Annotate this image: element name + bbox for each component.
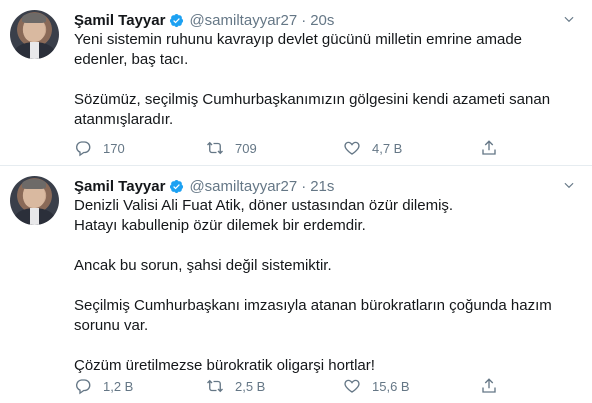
verified-badge-icon — [170, 179, 184, 193]
reply-count: 170 — [103, 140, 125, 156]
reply-icon — [76, 379, 91, 395]
reply-button[interactable]: 170 — [74, 139, 206, 157]
tweet[interactable]: Şamil Tayyar @samiltayyar27 · 20s Yeni s… — [0, 0, 592, 165]
tweet-text: Denizli Valisi Ali Fuat Atik, döner usta… — [74, 196, 576, 376]
reply-icon — [76, 141, 91, 157]
tweet[interactable]: Şamil Tayyar @samiltayyar27 · 21s Denizl… — [0, 165, 592, 403]
tweet-header: Şamil Tayyar @samiltayyar27 · 20s — [74, 10, 576, 30]
author-handle[interactable]: @samiltayyar27 — [189, 12, 297, 29]
tweet-header: Şamil Tayyar @samiltayyar27 · 21s — [74, 176, 576, 196]
reply-button[interactable]: 1,2 B — [74, 377, 206, 395]
tweet-paragraph: Denizli Valisi Ali Fuat Atik, döner usta… — [74, 197, 454, 234]
separator-dot: · — [301, 11, 307, 29]
separator-dot: · — [301, 177, 307, 195]
avatar-hair — [22, 179, 46, 189]
reply-count: 1,2 B — [103, 378, 134, 394]
tweet-timestamp[interactable]: 21s — [310, 178, 334, 195]
tweet-actions: 1,2 B 2,5 B 15,6 B — [74, 373, 576, 399]
like-button[interactable]: 15,6 B — [343, 377, 480, 395]
share-icon — [482, 378, 496, 393]
like-count: 4,7 B — [372, 140, 403, 156]
tweet-paragraph: Ancak bu sorun, şahsi değil sistemiktir. — [74, 257, 332, 274]
share-button[interactable] — [480, 377, 509, 395]
share-button[interactable] — [480, 139, 509, 157]
timeline: Şamil Tayyar @samiltayyar27 · 20s Yeni s… — [0, 0, 592, 403]
heart-icon — [344, 141, 360, 155]
tweet-paragraph: Seçilmiş Cumhurbaşkanı imzasıyla atanan … — [74, 297, 552, 334]
verified-badge-icon — [170, 13, 184, 27]
retweet-icon — [207, 379, 223, 393]
author-handle[interactable]: @samiltayyar27 — [189, 178, 297, 195]
avatar-shirt — [30, 208, 39, 225]
retweet-count: 2,5 B — [235, 378, 266, 394]
tweet-timestamp[interactable]: 20s — [310, 12, 334, 29]
retweet-icon — [207, 141, 223, 155]
tweet-text: Yeni sistemin ruhunu kavrayıp devlet güc… — [74, 30, 576, 130]
avatar[interactable] — [10, 10, 59, 59]
avatar-hair — [22, 13, 46, 23]
retweet-button[interactable]: 709 — [206, 139, 343, 157]
retweet-count: 709 — [235, 140, 257, 156]
retweet-button[interactable]: 2,5 B — [206, 377, 343, 395]
avatar[interactable] — [10, 176, 59, 225]
tweet-paragraph: Yeni sistemin ruhunu kavrayıp devlet güc… — [74, 31, 523, 68]
tweet-paragraph: Sözümüz, seçilmiş Cumhurbaşkanımızın göl… — [74, 91, 551, 128]
like-count: 15,6 B — [372, 378, 410, 394]
like-button[interactable]: 4,7 B — [343, 139, 480, 157]
chevron-down-icon[interactable] — [562, 178, 576, 192]
chevron-down-icon[interactable] — [562, 12, 576, 26]
tweet-actions: 170 709 4,7 B — [74, 135, 576, 161]
avatar-shirt — [30, 42, 39, 59]
author-name[interactable]: Şamil Tayyar — [74, 178, 165, 195]
author-name[interactable]: Şamil Tayyar — [74, 12, 165, 29]
heart-icon — [344, 379, 360, 393]
share-icon — [482, 140, 496, 155]
